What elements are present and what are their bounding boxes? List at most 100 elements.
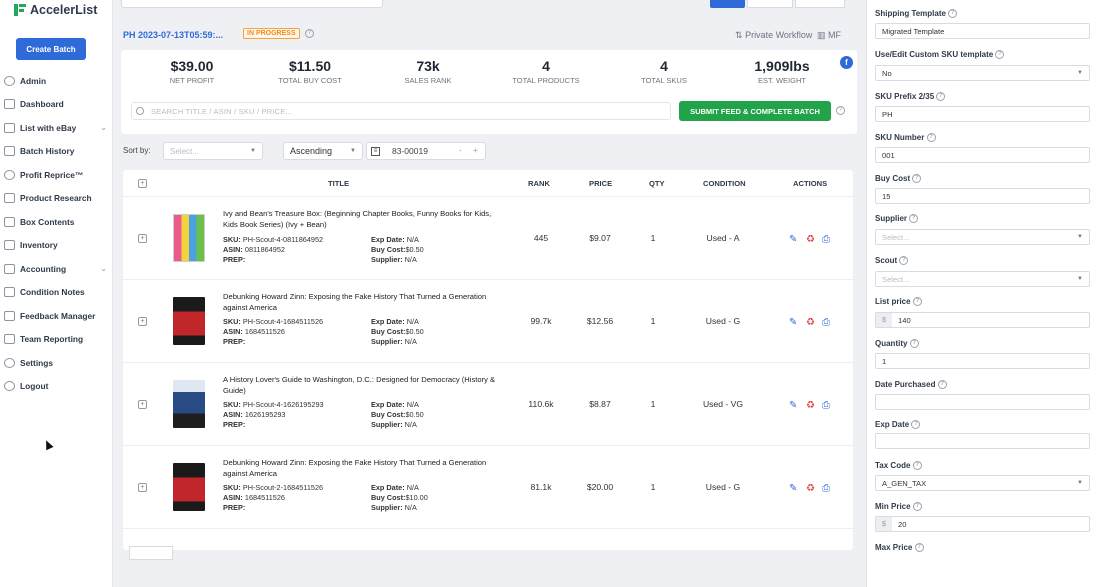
help-icon[interactable]: ? bbox=[912, 461, 922, 471]
edit-icon[interactable]: ✎ bbox=[789, 317, 797, 328]
minus-icon[interactable]: - bbox=[459, 146, 462, 155]
help-icon[interactable]: ? bbox=[305, 29, 314, 38]
print-icon[interactable]: ⎙ bbox=[822, 483, 830, 494]
th-price[interactable]: PRICE bbox=[589, 179, 612, 188]
help-icon[interactable]: ? bbox=[909, 339, 919, 349]
qty-cell[interactable]: 1 bbox=[638, 399, 668, 409]
price-cell[interactable]: $20.00 bbox=[580, 482, 620, 492]
top-toggle-button-2[interactable] bbox=[795, 0, 845, 8]
plus-icon[interactable]: + bbox=[473, 146, 478, 155]
sidebar-item-team-reporting[interactable]: Team Reporting bbox=[0, 328, 113, 352]
qty-cell[interactable]: 1 bbox=[638, 482, 668, 492]
supplier-select[interactable]: Select... ▼ bbox=[875, 229, 1090, 245]
table-row[interactable]: + Debunking Howard Zinn: Exposing the Fa… bbox=[123, 281, 853, 363]
shipping-template-field[interactable]: Migrated Template bbox=[875, 23, 1090, 39]
qty-cell[interactable]: 1 bbox=[638, 316, 668, 326]
top-primary-button[interactable] bbox=[710, 0, 745, 8]
sidebar-item-admin[interactable]: Admin bbox=[0, 69, 113, 93]
print-icon[interactable]: ⎙ bbox=[822, 400, 830, 411]
sidebar-item-feedback-manager[interactable]: Feedback Manager bbox=[0, 304, 113, 328]
print-icon[interactable]: ⎙ bbox=[822, 234, 830, 245]
sku-prefix-field[interactable]: PH bbox=[875, 106, 1090, 122]
product-image[interactable] bbox=[173, 297, 205, 345]
sidebar-item-settings[interactable]: Settings bbox=[0, 351, 113, 375]
help-icon[interactable]: ? bbox=[899, 256, 909, 266]
submit-feed-button[interactable]: SUBMIT FEED & COMPLETE BATCH bbox=[679, 101, 831, 121]
expand-all-icon[interactable]: + bbox=[138, 179, 147, 188]
qty-cell[interactable]: 1 bbox=[638, 233, 668, 243]
help-icon[interactable]: ? bbox=[914, 543, 924, 553]
help-icon[interactable]: ? bbox=[911, 420, 921, 430]
sidebar-item-list-with-ebay[interactable]: List with eBay ⌄ bbox=[0, 116, 113, 140]
help-icon[interactable]: ? bbox=[912, 174, 922, 184]
quantity-field[interactable]: 1 bbox=[875, 353, 1090, 369]
th-rank[interactable]: RANK bbox=[528, 179, 550, 188]
print-icon[interactable]: ⎙ bbox=[822, 317, 830, 328]
help-icon[interactable]: ? bbox=[836, 106, 845, 115]
sort-order-select[interactable]: Ascending ▼ bbox=[283, 142, 363, 160]
table-row[interactable]: + A History Lover's Guide to Washington,… bbox=[123, 364, 853, 446]
th-title[interactable]: TITLE bbox=[328, 179, 349, 188]
exp-date-field[interactable] bbox=[875, 433, 1090, 449]
sidebar-item-box-contents[interactable]: Box Contents bbox=[0, 210, 113, 234]
product-image[interactable] bbox=[173, 463, 205, 511]
price-cell[interactable]: $8.87 bbox=[580, 399, 620, 409]
sidebar-item-accounting[interactable]: Accounting ⌄ bbox=[0, 257, 113, 281]
mf-link[interactable]: ▥ MF bbox=[817, 30, 841, 41]
sidebar-item-inventory[interactable]: Inventory bbox=[0, 234, 113, 258]
trash-icon[interactable]: ♻ bbox=[806, 483, 815, 494]
top-search-input[interactable] bbox=[121, 0, 383, 8]
sidebar-item-logout[interactable]: Logout bbox=[0, 375, 113, 399]
price-cell[interactable]: $12.56 bbox=[580, 316, 620, 326]
sidebar-item-profit-reprice[interactable]: Profit Reprice™ bbox=[0, 163, 113, 187]
expand-row-icon[interactable]: + bbox=[138, 483, 147, 492]
logo[interactable]: AccelerList bbox=[14, 3, 97, 17]
scout-select[interactable]: Select... ▼ bbox=[875, 271, 1090, 287]
price-cell[interactable]: $9.07 bbox=[580, 233, 620, 243]
condition-cell[interactable]: Used - G bbox=[693, 482, 753, 492]
min-price-field[interactable]: $20 bbox=[875, 516, 1090, 532]
condition-cell[interactable]: Used - VG bbox=[693, 399, 753, 409]
search-input[interactable]: SEARCH TITLE / ASIN / SKU / PRICE... bbox=[131, 102, 671, 120]
private-workflow-link[interactable]: ⇅ Private Workflow bbox=[735, 30, 812, 41]
expand-row-icon[interactable]: + bbox=[138, 400, 147, 409]
list-price-field[interactable]: $140 bbox=[875, 312, 1090, 328]
edit-icon[interactable]: ✎ bbox=[789, 483, 797, 494]
th-condition[interactable]: CONDITION bbox=[703, 179, 746, 188]
expand-row-icon[interactable]: + bbox=[138, 234, 147, 243]
table-row[interactable]: + Ivy and Bean's Treasure Box: (Beginnin… bbox=[123, 198, 853, 280]
help-icon[interactable]: ? bbox=[912, 297, 922, 307]
sku-number-field[interactable]: 001 bbox=[875, 147, 1090, 163]
edit-icon[interactable]: ✎ bbox=[789, 234, 797, 245]
edit-icon[interactable]: ✎ bbox=[789, 400, 797, 411]
sidebar-item-batch-history[interactable]: Batch History bbox=[0, 140, 113, 164]
custom-sku-select[interactable]: No ▼ bbox=[875, 65, 1090, 81]
table-row[interactable]: + Debunking Howard Zinn: Exposing the Fa… bbox=[123, 447, 853, 529]
help-icon[interactable]: ? bbox=[912, 502, 922, 512]
help-icon[interactable]: ? bbox=[937, 380, 947, 390]
page-stepper[interactable]: ≡ 83-00019 - + bbox=[366, 142, 486, 160]
tax-code-select[interactable]: A_GEN_TAX ▼ bbox=[875, 475, 1090, 491]
help-icon[interactable]: ? bbox=[995, 50, 1005, 60]
facebook-icon[interactable]: f bbox=[840, 56, 853, 69]
sidebar-item-dashboard[interactable]: Dashboard bbox=[0, 93, 113, 117]
condition-cell[interactable]: Used - G bbox=[693, 316, 753, 326]
product-image[interactable] bbox=[173, 380, 205, 428]
create-batch-button[interactable]: Create Batch bbox=[16, 38, 86, 60]
condition-cell[interactable]: Used - A bbox=[693, 233, 753, 243]
batch-title[interactable]: PH 2023-07-13T05:59:... bbox=[123, 30, 223, 40]
th-qty[interactable]: QTY bbox=[649, 179, 665, 188]
help-icon[interactable]: ? bbox=[909, 214, 919, 224]
page-size-select[interactable] bbox=[129, 546, 173, 560]
trash-icon[interactable]: ♻ bbox=[806, 234, 815, 245]
sidebar-item-product-research[interactable]: Product Research bbox=[0, 187, 113, 211]
buy-cost-field[interactable]: 15 bbox=[875, 188, 1090, 204]
help-icon[interactable]: ? bbox=[948, 9, 958, 19]
sidebar-item-condition-notes[interactable]: Condition Notes bbox=[0, 281, 113, 305]
top-toggle-button[interactable] bbox=[747, 0, 793, 8]
date-purchased-field[interactable] bbox=[875, 394, 1090, 410]
product-image[interactable] bbox=[173, 214, 205, 262]
expand-row-icon[interactable]: + bbox=[138, 317, 147, 326]
help-icon[interactable]: ? bbox=[936, 92, 946, 102]
help-icon[interactable]: ? bbox=[926, 133, 936, 143]
